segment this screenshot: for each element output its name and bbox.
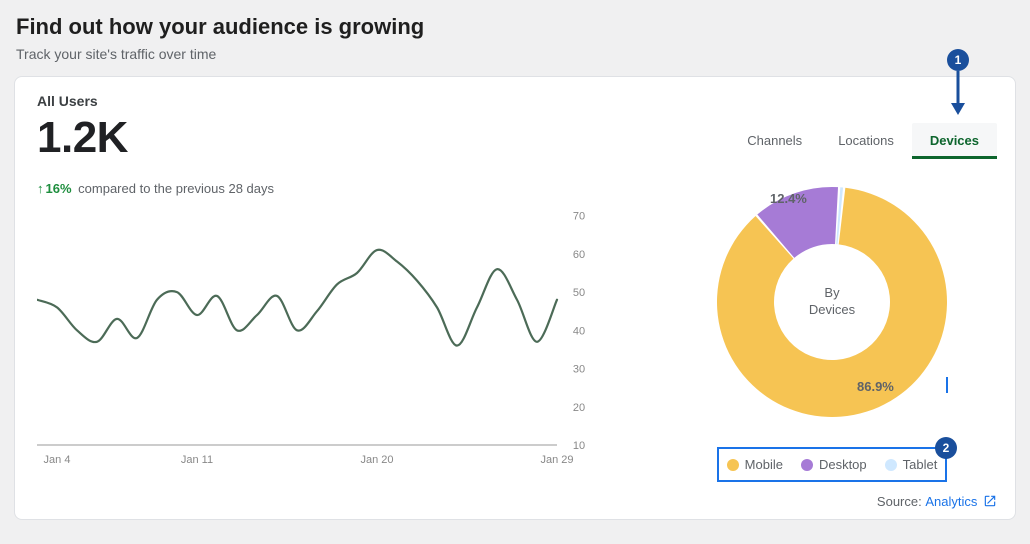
tab-bar: Channels Locations Devices: [667, 123, 997, 159]
donut-label-mobile: 86.9%: [857, 379, 894, 394]
kpi-value: 1.2K: [37, 115, 639, 161]
legend-item-mobile: Mobile: [727, 457, 783, 472]
svg-text:40: 40: [573, 326, 585, 338]
svg-text:70: 70: [573, 211, 585, 223]
external-link-icon: [983, 494, 997, 508]
svg-text:20: 20: [573, 402, 585, 414]
svg-text:Jan 4: Jan 4: [44, 454, 71, 466]
swatch-tablet: [885, 459, 897, 471]
kpi-delta: ↑16% compared to the previous 28 days: [37, 181, 639, 196]
donut-center-line2: Devices: [809, 302, 855, 319]
page-subtitle: Track your site's traffic over time: [16, 46, 1016, 62]
svg-text:10: 10: [573, 440, 585, 452]
callout-two: 2: [935, 437, 957, 459]
donut-center-line1: By: [824, 285, 839, 302]
svg-text:30: 30: [573, 364, 585, 376]
svg-text:50: 50: [573, 287, 585, 299]
callout-one-badge: 1: [947, 49, 969, 71]
kpi-delta-pct: 16%: [46, 181, 72, 196]
svg-text:Jan 11: Jan 11: [181, 454, 213, 466]
page-title: Find out how your audience is growing: [16, 14, 1016, 40]
line-chart: 10 20 30 40 50 60 70 Jan 4 Jan 11 Jan 20 Jan 29: [37, 200, 639, 507]
callout-two-badge: 2: [935, 437, 957, 459]
arrow-down-icon: [947, 71, 969, 115]
svg-text:60: 60: [573, 249, 585, 261]
legend: Mobile Desktop Tablet 2: [717, 447, 947, 482]
tab-devices[interactable]: Devices: [912, 123, 997, 159]
kpi-label: All Users: [37, 93, 639, 109]
analytics-card: All Users 1.2K ↑16% compared to the prev…: [14, 76, 1016, 520]
swatch-desktop: [801, 459, 813, 471]
source-link[interactable]: Analytics: [925, 494, 977, 509]
legend-item-desktop: Desktop: [801, 457, 867, 472]
tab-channels[interactable]: Channels: [729, 123, 820, 159]
source-line: Source: Analytics: [877, 494, 997, 509]
donut-chart: By Devices 12.4% 86.9%: [692, 167, 972, 437]
donut-label-desktop: 12.4%: [770, 191, 807, 206]
legend-item-tablet: Tablet: [885, 457, 938, 472]
callout-one: 1: [947, 49, 969, 115]
svg-text:Jan 20: Jan 20: [360, 454, 393, 466]
swatch-mobile: [727, 459, 739, 471]
svg-text:Jan 29: Jan 29: [540, 454, 573, 466]
trend-up-icon: ↑: [37, 181, 44, 196]
donut-tick: [946, 377, 948, 393]
tab-locations[interactable]: Locations: [820, 123, 912, 159]
kpi-delta-text: compared to the previous 28 days: [78, 181, 274, 196]
